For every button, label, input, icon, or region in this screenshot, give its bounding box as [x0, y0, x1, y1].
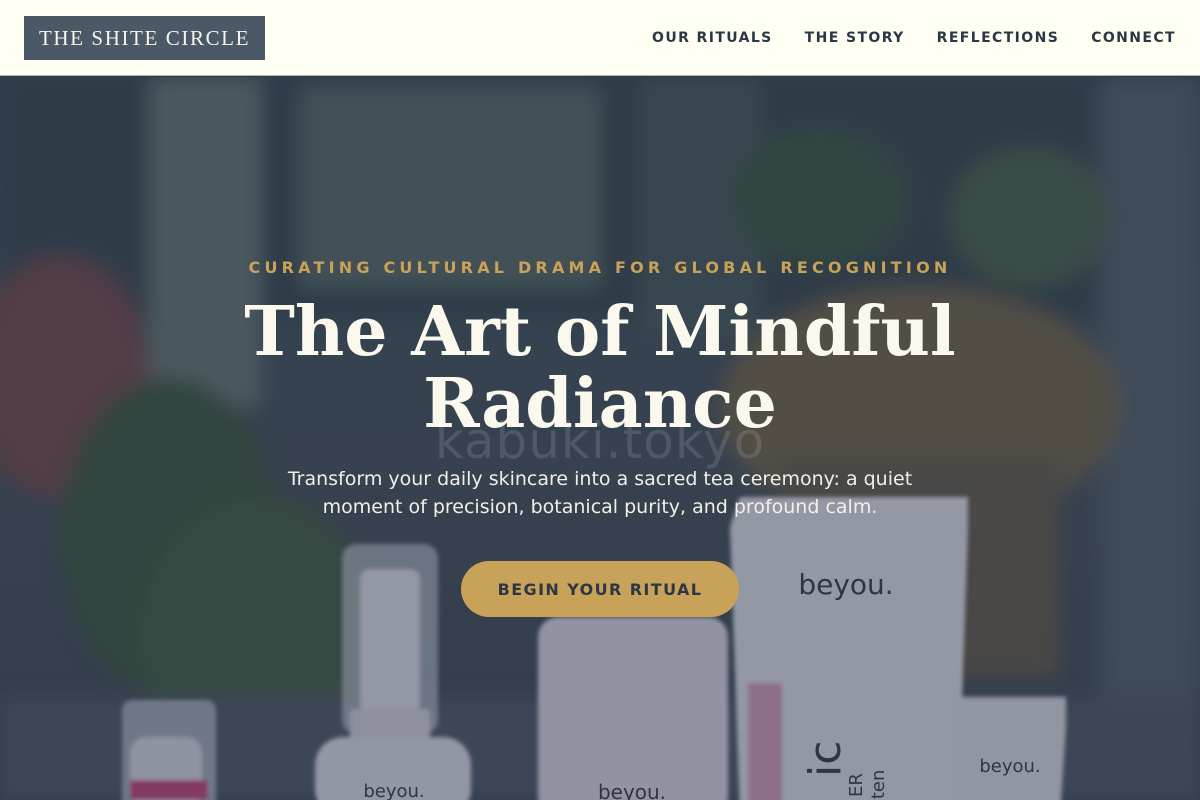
site-header: THE SHITE CIRCLE OUR RITUALS THE STORY R… [0, 0, 1200, 76]
hero-subtitle: Transform your daily skincare into a sac… [287, 468, 913, 518]
hero-title: The Art of Mindful Radiance [200, 296, 1000, 440]
nav-link-the-story[interactable]: THE STORY [805, 30, 905, 46]
hero-title-line-2: Radiance [423, 364, 777, 444]
site-logo[interactable]: THE SHITE CIRCLE [24, 16, 265, 60]
nav-link-connect[interactable]: CONNECT [1091, 30, 1176, 46]
begin-ritual-button[interactable]: BEGIN YOUR RITUAL [461, 561, 739, 617]
main-nav: OUR RITUALS THE STORY REFLECTIONS CONNEC… [652, 0, 1176, 76]
hero-title-line-1: The Art of Mindful [244, 292, 956, 372]
hero-eyebrow: CURATING CULTURAL DRAMA FOR GLOBAL RECOG… [248, 258, 952, 277]
nav-link-our-rituals[interactable]: OUR RITUALS [652, 30, 773, 46]
nav-link-reflections[interactable]: REFLECTIONS [937, 30, 1060, 46]
